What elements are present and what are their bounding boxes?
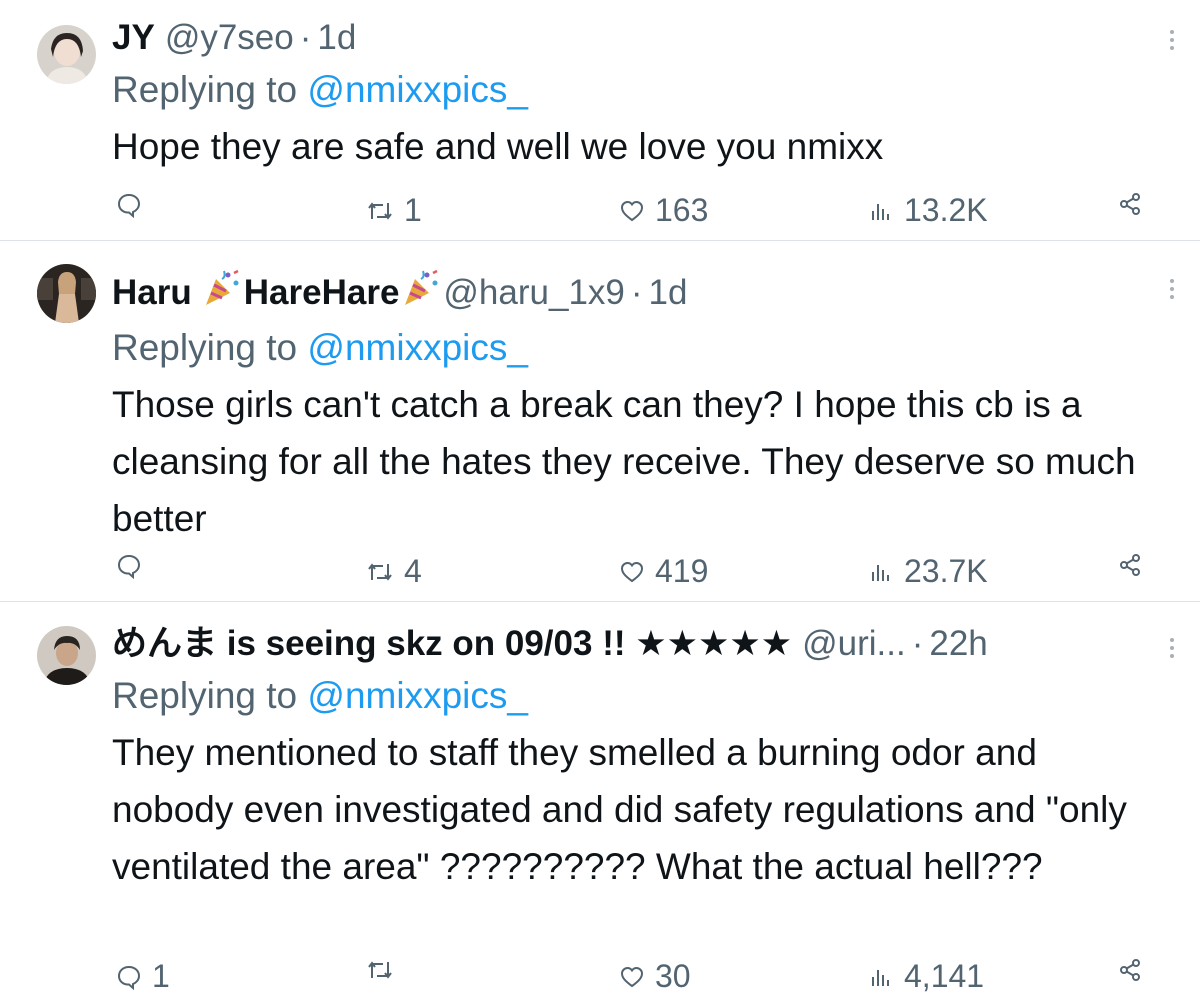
views-button[interactable]: 23.7K xyxy=(870,553,988,590)
tweet-actions: 1 163 13.2K xyxy=(112,192,1200,232)
reply-icon xyxy=(116,964,142,990)
retweet-count: 1 xyxy=(404,192,422,228)
views-icon xyxy=(870,966,892,988)
like-count: 163 xyxy=(655,192,709,228)
share-icon xyxy=(1118,553,1142,577)
mention-link[interactable]: @nmixxpics_ xyxy=(307,69,528,110)
user-handle[interactable]: @uri... xyxy=(802,622,906,666)
replying-label: Replying to xyxy=(112,675,298,716)
tweet-text: Hope they are safe and well we love you … xyxy=(112,126,884,167)
display-name[interactable]: めんま is seeing skz on 09/03 !! ★★★★★ xyxy=(112,622,792,666)
retweet-button[interactable]: 4 xyxy=(366,553,422,590)
replying-to: Replying to @nmixxpics_ xyxy=(112,66,1160,114)
reply-count: 1 xyxy=(152,958,170,994)
replying-label: Replying to xyxy=(112,327,298,368)
timestamp[interactable]: 1d xyxy=(317,16,356,60)
views-count: 4,141 xyxy=(904,958,985,994)
user-handle[interactable]: @haru_1x9 xyxy=(443,271,624,315)
like-count: 419 xyxy=(655,553,709,589)
tweet[interactable]: Haru HareHare @haru_1x9 · 1d Replying to… xyxy=(0,241,1200,602)
tweet[interactable]: めんま is seeing skz on 09/03 !! ★★★★★ @uri… xyxy=(0,602,1200,1005)
tweet-header: めんま is seeing skz on 09/03 !! ★★★★★ @uri… xyxy=(112,622,1160,666)
retweet-button[interactable] xyxy=(366,958,404,982)
more-icon[interactable] xyxy=(1170,30,1174,54)
replying-to: Replying to @nmixxpics_ xyxy=(112,324,1160,372)
heart-icon xyxy=(619,560,645,584)
timestamp[interactable]: 22h xyxy=(929,622,987,666)
share-button[interactable] xyxy=(1118,192,1142,216)
reply-icon xyxy=(116,192,142,218)
retweet-icon xyxy=(366,199,394,223)
share-button[interactable] xyxy=(1118,553,1142,577)
timestamp[interactable]: 1d xyxy=(649,271,688,315)
reply-button[interactable]: 1 xyxy=(116,958,170,995)
replying-to: Replying to @nmixxpics_ xyxy=(112,672,1160,720)
avatar[interactable] xyxy=(37,264,96,323)
reply-icon xyxy=(116,553,142,579)
tweet-actions: 4 419 23.7K xyxy=(112,553,1200,593)
separator-dot: · xyxy=(911,624,924,663)
tweet-header: Haru HareHare @haru_1x9 · 1d xyxy=(112,267,1160,318)
views-icon xyxy=(870,200,892,222)
tweet[interactable]: JY @y7seo · 1d Replying to @nmixxpics_ H… xyxy=(0,0,1200,241)
heart-icon xyxy=(619,965,645,989)
views-count: 23.7K xyxy=(904,553,988,589)
mention-link[interactable]: @nmixxpics_ xyxy=(307,327,528,368)
tweet-text: They mentioned to staff they smelled a b… xyxy=(112,732,1127,887)
share-icon xyxy=(1118,958,1142,982)
display-name[interactable]: JY xyxy=(112,16,155,60)
separator-dot: · xyxy=(299,18,312,57)
retweet-count: 4 xyxy=(404,553,422,589)
party-popper-icon xyxy=(401,267,441,318)
retweet-icon xyxy=(366,560,394,584)
like-button[interactable]: 30 xyxy=(619,958,691,995)
mention-link[interactable]: @nmixxpics_ xyxy=(307,675,528,716)
tweet-header: JY @y7seo · 1d xyxy=(112,16,1160,60)
reply-button[interactable] xyxy=(116,192,152,218)
views-button[interactable]: 4,141 xyxy=(870,958,984,995)
like-count: 30 xyxy=(655,958,691,994)
views-button[interactable]: 13.2K xyxy=(870,192,988,229)
share-button[interactable] xyxy=(1118,958,1142,982)
retweet-button[interactable]: 1 xyxy=(366,192,422,229)
heart-icon xyxy=(619,199,645,223)
more-icon[interactable] xyxy=(1170,279,1174,303)
display-name-part[interactable]: HareHare xyxy=(244,271,400,315)
avatar[interactable] xyxy=(37,626,96,685)
separator-dot: · xyxy=(630,272,643,312)
tweet-text: Those girls can't catch a break can they… xyxy=(112,384,1136,539)
views-icon xyxy=(870,561,892,583)
views-count: 13.2K xyxy=(904,192,988,228)
tweet-actions: 1 30 4,141 xyxy=(112,958,1200,998)
share-icon xyxy=(1118,192,1142,216)
like-button[interactable]: 419 xyxy=(619,553,708,590)
user-handle[interactable]: @y7seo xyxy=(165,16,294,60)
avatar[interactable] xyxy=(37,25,96,84)
like-button[interactable]: 163 xyxy=(619,192,708,229)
replying-label: Replying to xyxy=(112,69,298,110)
display-name[interactable]: Haru xyxy=(112,271,192,315)
party-popper-icon xyxy=(202,267,242,318)
more-icon[interactable] xyxy=(1170,638,1174,662)
retweet-icon xyxy=(366,958,394,982)
reply-button[interactable] xyxy=(116,553,152,579)
